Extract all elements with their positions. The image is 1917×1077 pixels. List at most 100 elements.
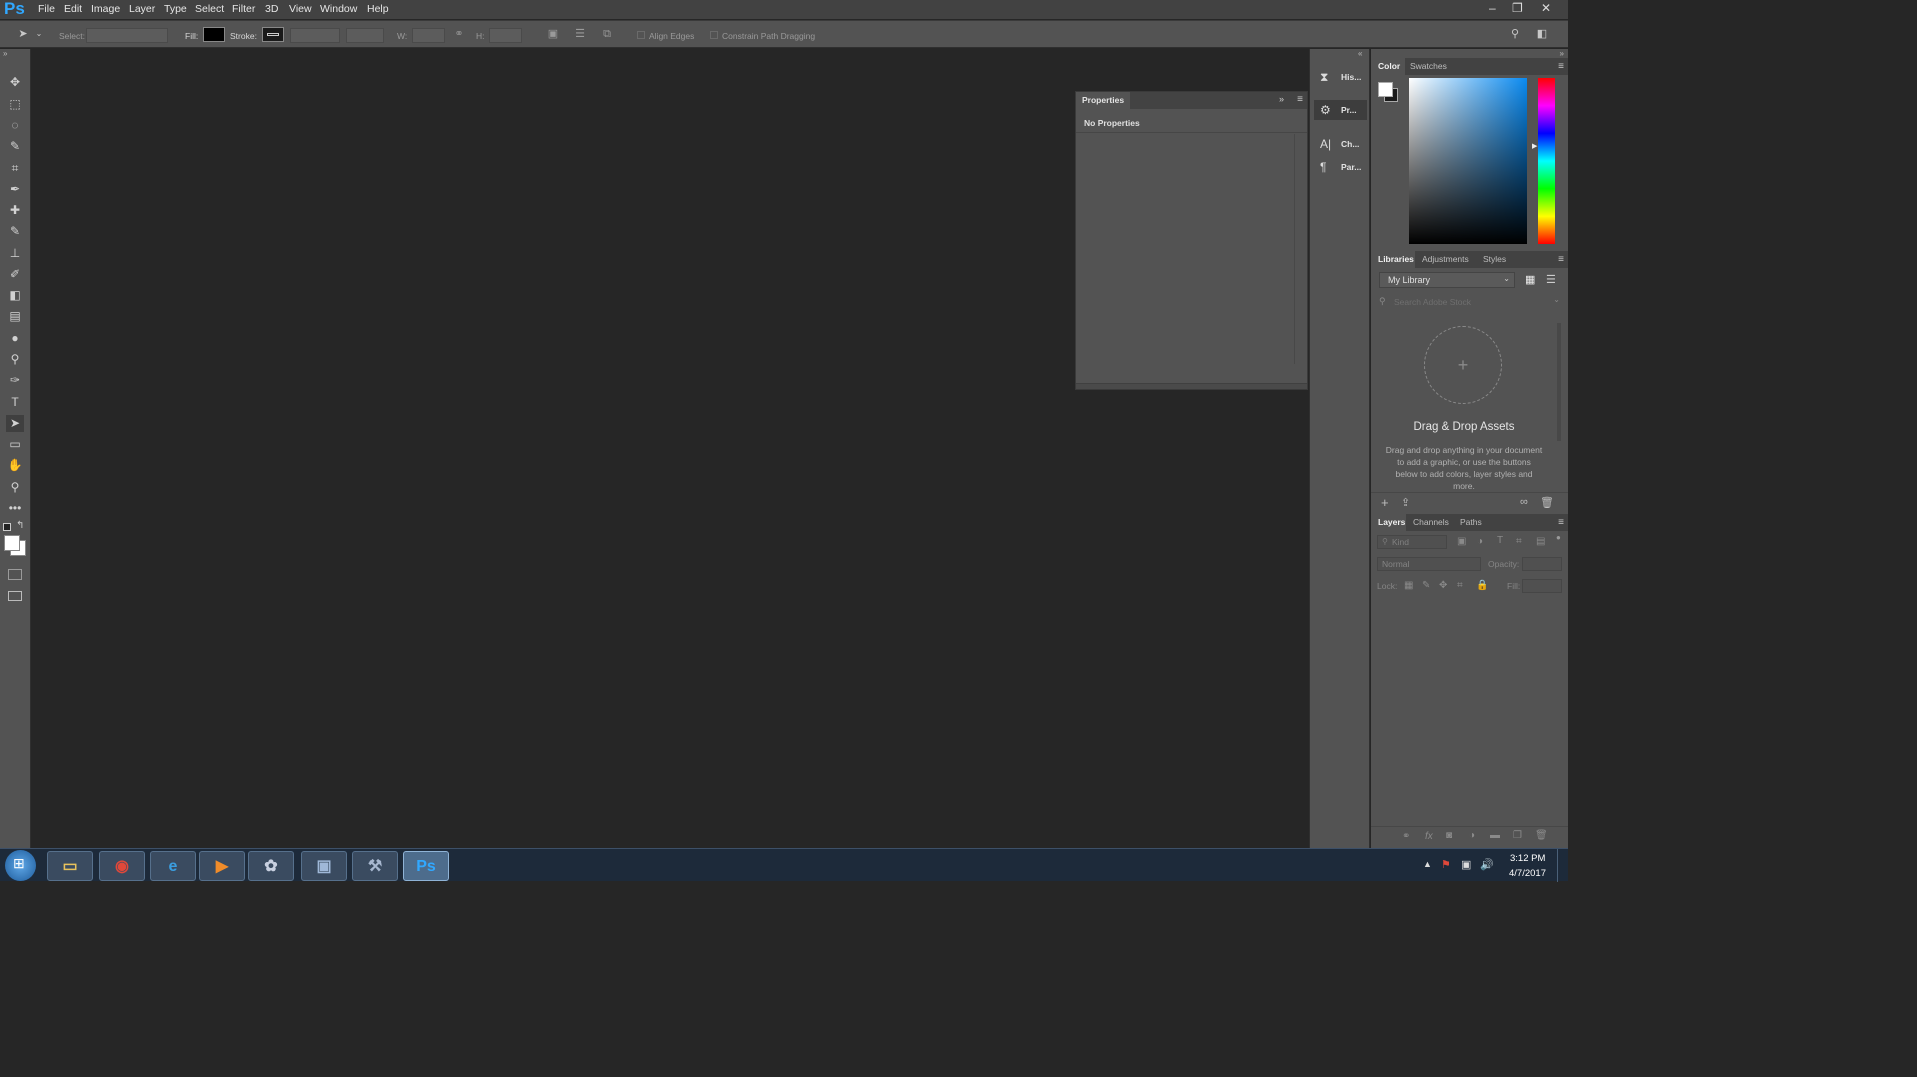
dock-paragraph[interactable]: ¶ Par... xyxy=(1314,157,1367,177)
menu-layer[interactable]: Layer xyxy=(129,3,155,15)
upload-icon[interactable]: ⇪ xyxy=(1401,496,1410,509)
width-field[interactable] xyxy=(412,28,445,43)
grid-view-icon[interactable]: ▦ xyxy=(1525,273,1535,286)
zoom-tool-icon[interactable]: ⚲ xyxy=(6,479,24,496)
stroke-type-dropdown[interactable] xyxy=(346,28,384,43)
new-layer-icon[interactable]: ❐ xyxy=(1513,830,1522,841)
action-center-icon[interactable]: ⚑ xyxy=(1441,858,1451,871)
link-icon[interactable]: ⚭ xyxy=(452,27,466,41)
tab-libraries[interactable]: Libraries xyxy=(1378,254,1414,264)
workspace-icon[interactable]: ◧ xyxy=(1535,27,1549,41)
height-field[interactable] xyxy=(489,28,522,43)
collapse-panels-icon[interactable]: » xyxy=(1560,49,1564,58)
default-colors-icon[interactable] xyxy=(3,523,11,531)
collapse-toolbar-icon[interactable]: » xyxy=(3,49,7,58)
path-arrangement-icon[interactable]: ⧉ xyxy=(600,27,614,41)
color-field[interactable] xyxy=(1409,78,1527,244)
taskbar-internet-explorer-button[interactable]: e xyxy=(150,851,196,881)
delete-layer-icon[interactable]: 🗑 xyxy=(1535,830,1548,841)
opacity-field[interactable] xyxy=(1522,557,1562,571)
panel-menu-icon[interactable]: ≡ xyxy=(1297,94,1303,105)
taskbar-photoshop-button[interactable]: Ps xyxy=(403,851,449,881)
menu-window[interactable]: Window xyxy=(320,3,357,15)
dock-character[interactable]: A| Ch... xyxy=(1314,134,1367,154)
foreground-color-swatch[interactable] xyxy=(4,535,20,551)
taskbar-photos-button[interactable]: ▣ xyxy=(301,851,347,881)
show-desktop-button[interactable] xyxy=(1557,849,1568,882)
creative-cloud-icon[interactable]: ∞ xyxy=(1520,496,1528,508)
stroke-width-field[interactable] xyxy=(290,28,340,43)
align-edges-checkbox[interactable] xyxy=(637,31,645,39)
library-dropdown[interactable]: My Library ⌄ xyxy=(1379,272,1515,288)
menu-image[interactable]: Image xyxy=(91,3,120,15)
tab-paths[interactable]: Paths xyxy=(1460,517,1482,527)
eyedropper-tool-icon[interactable]: ✒ xyxy=(6,181,24,198)
hand-tool-icon[interactable]: ✋ xyxy=(6,457,24,474)
tool-preset-picker-icon[interactable]: ➤ xyxy=(16,27,30,41)
type-tool-icon[interactable]: T xyxy=(6,394,24,411)
trash-icon[interactable]: 🗑 xyxy=(1540,496,1554,509)
network-icon[interactable]: ▣ xyxy=(1461,858,1471,871)
clone-stamp-tool-icon[interactable]: ⊥ xyxy=(6,245,24,262)
layer-style-icon[interactable]: fx xyxy=(1425,831,1433,842)
tab-layers[interactable]: Layers xyxy=(1378,517,1405,527)
marquee-tool-icon[interactable]: ⬚ xyxy=(6,96,24,113)
filter-adjustment-icon[interactable]: ◑ xyxy=(1477,536,1483,547)
filter-type-icon[interactable]: T xyxy=(1497,535,1503,546)
hue-marker-icon[interactable]: ▶ xyxy=(1532,142,1537,150)
panel-menu-icon[interactable]: ≡ xyxy=(1558,517,1564,528)
quick-mask-icon[interactable] xyxy=(8,569,22,580)
dock-history[interactable]: ⧗ His... xyxy=(1314,67,1367,87)
panel-menu-icon[interactable]: ≡ xyxy=(1558,61,1564,72)
link-layers-icon[interactable]: ⚭ xyxy=(1402,831,1410,842)
eraser-tool-icon[interactable]: ◧ xyxy=(6,287,24,304)
taskbar-media-player-button[interactable]: ▶ xyxy=(199,851,245,881)
menu-filter[interactable]: Filter xyxy=(232,3,255,15)
add-content-icon[interactable]: + xyxy=(1381,495,1389,510)
clock-time[interactable]: 3:12 PM xyxy=(1510,853,1545,864)
select-dropdown[interactable] xyxy=(86,28,168,43)
pen-tool-icon[interactable]: ✑ xyxy=(6,372,24,389)
swap-colors-icon[interactable]: ↰ xyxy=(16,520,24,531)
lock-transparency-icon[interactable]: ▦ xyxy=(1404,580,1413,591)
rectangle-tool-icon[interactable]: ▭ xyxy=(6,436,24,453)
path-selection-tool-icon[interactable]: ➤ xyxy=(6,415,24,432)
lock-pixels-icon[interactable]: ✎ xyxy=(1422,580,1430,591)
stock-search-input[interactable]: Search Adobe Stock xyxy=(1394,297,1471,307)
menu-help[interactable]: Help xyxy=(367,3,389,15)
menu-view[interactable]: View xyxy=(289,3,312,15)
dodge-tool-icon[interactable]: ⚲ xyxy=(6,351,24,368)
move-tool-icon[interactable]: ✥ xyxy=(6,74,24,91)
tray-overflow-icon[interactable]: ▲ xyxy=(1423,859,1432,869)
scrollbar[interactable] xyxy=(1294,134,1295,364)
taskbar-paint-button[interactable]: ✿ xyxy=(248,851,294,881)
menu-select[interactable]: Select xyxy=(195,3,224,15)
tab-adjustments[interactable]: Adjustments xyxy=(1422,254,1469,264)
tab-channels[interactable]: Channels xyxy=(1413,517,1449,527)
resize-handle[interactable] xyxy=(1076,383,1307,389)
expand-panels-icon[interactable]: « xyxy=(1358,49,1362,58)
taskbar-chrome-button[interactable]: ◉ xyxy=(99,851,145,881)
layer-filter-dropdown[interactable]: ⚲ Kind xyxy=(1377,535,1447,549)
lock-position-icon[interactable]: ✥ xyxy=(1439,580,1447,591)
healing-brush-tool-icon[interactable]: ✚ xyxy=(6,202,24,219)
chevron-down-icon[interactable]: ⌄ xyxy=(32,27,46,41)
path-operations-icon[interactable]: ▣ xyxy=(546,27,560,41)
stroke-swatch[interactable] xyxy=(262,27,284,42)
filter-shape-icon[interactable]: ⌗ xyxy=(1516,536,1522,547)
search-icon[interactable]: ⚲ xyxy=(1508,27,1522,41)
volume-icon[interactable]: 🔊 xyxy=(1480,858,1494,871)
filter-pixel-icon[interactable]: ▣ xyxy=(1457,536,1466,547)
tab-color[interactable]: Color xyxy=(1378,61,1400,71)
chevron-down-icon[interactable]: ⌄ xyxy=(1553,295,1560,304)
clock-date[interactable]: 4/7/2017 xyxy=(1509,868,1546,879)
libraries-scrollbar[interactable] xyxy=(1557,323,1561,441)
blur-tool-icon[interactable]: ● xyxy=(6,330,24,347)
taskbar-explorer-button[interactable]: ▭ xyxy=(47,851,93,881)
restore-button[interactable]: ❐ xyxy=(1512,1,1523,15)
adjustment-layer-icon[interactable]: ◑ xyxy=(1469,830,1475,841)
panel-menu-icon[interactable]: ≡ xyxy=(1558,254,1564,265)
start-button[interactable]: ⊞ xyxy=(5,850,36,881)
gradient-tool-icon[interactable]: ▤ xyxy=(6,308,24,325)
lock-artboard-icon[interactable]: ⌗ xyxy=(1457,580,1463,591)
